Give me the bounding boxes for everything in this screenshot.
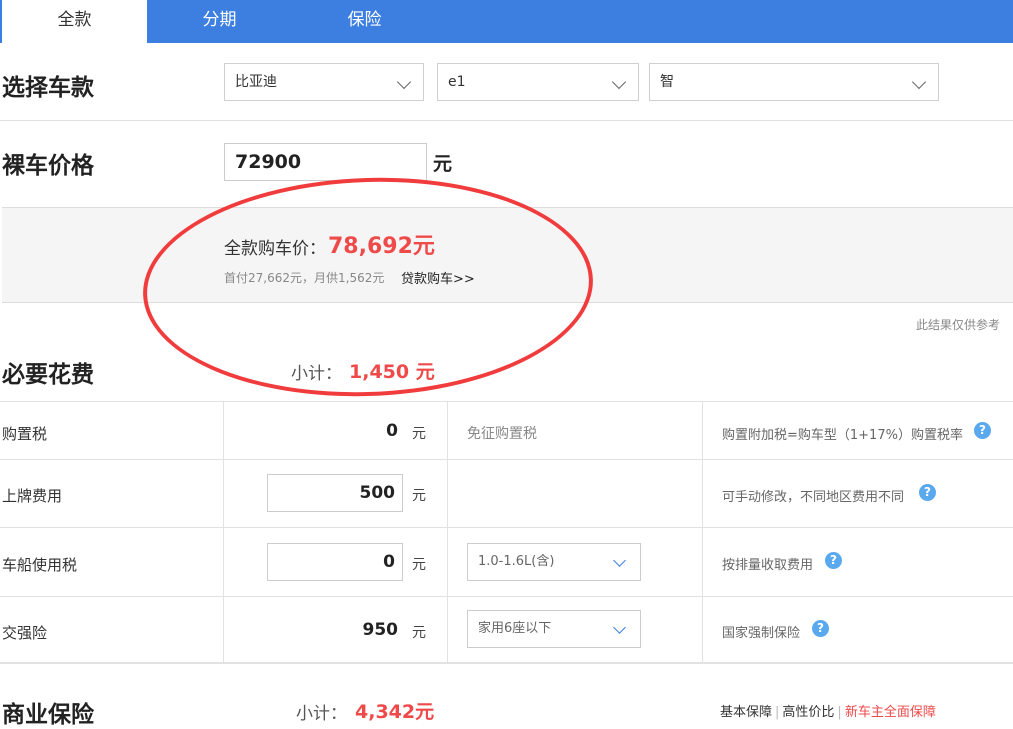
divider (0, 120, 1013, 121)
table-divider (0, 662, 1013, 664)
table-divider (0, 527, 1013, 528)
purchase-tax-label: 购置税 (2, 425, 48, 443)
series-select[interactable]: e1 (437, 63, 639, 101)
table-divider (0, 401, 1013, 402)
vehicle-tax-desc: 按排量收取费用 (722, 558, 814, 573)
commercial-subtotal-label: 小计： (296, 704, 347, 724)
link-separator: | (837, 705, 842, 720)
vehicle-tax-label: 车船使用税 (2, 556, 78, 574)
chevron-down-icon (613, 621, 626, 634)
chevron-down-icon (396, 74, 412, 90)
reference-note: 此结果仅供参考 (916, 318, 1001, 332)
question-mark-icon[interactable]: ? (825, 552, 842, 569)
payment-summary: 首付27,662元，月供1,562元 (224, 271, 385, 285)
required-fees-title: 必要花费 (2, 362, 94, 388)
compulsory-insurance-unit: 元 (412, 625, 426, 641)
chevron-down-icon (911, 74, 927, 90)
compulsory-insurance-value: 950 (362, 620, 399, 640)
full-coverage-link[interactable]: 新车主全面保障 (845, 705, 936, 720)
question-mark-icon[interactable]: ? (812, 620, 829, 637)
tab-installment[interactable]: 分期 (147, 0, 292, 43)
value-coverage-link[interactable]: 高性价比 (782, 705, 834, 720)
vehicle-tax-unit: 元 (412, 557, 426, 573)
trim-select[interactable]: 智 (649, 63, 939, 101)
tab-insurance[interactable]: 保险 (292, 0, 437, 43)
table-divider (0, 596, 1013, 597)
registration-fee-input[interactable]: 500 (267, 474, 403, 512)
link-separator: | (775, 705, 780, 720)
purchase-tax-note: 免征购置税 (467, 426, 537, 442)
tab-full-payment[interactable]: 全款 (0, 0, 147, 43)
bare-price-unit: 元 (433, 153, 453, 175)
full-price-label: 全款购车价： (224, 239, 326, 259)
registration-fee-unit: 元 (412, 488, 426, 504)
required-subtotal-label: 小计： (291, 364, 342, 384)
vehicle-tax-input[interactable]: 0 (267, 543, 403, 581)
commercial-insurance-title: 商业保险 (2, 702, 94, 728)
table-divider (0, 459, 1013, 460)
brand-select-value: 比亚迪 (235, 74, 277, 90)
compulsory-insurance-label: 交强险 (2, 624, 48, 642)
trim-select-value: 智 (660, 74, 674, 90)
commercial-subtotal-value: 4,342元 (355, 701, 435, 723)
column-divider (223, 401, 224, 662)
seat-count-select[interactable]: 家用6座以下 (467, 610, 641, 648)
column-divider (447, 401, 448, 662)
chevron-down-icon (613, 554, 626, 567)
tab-bar: 全款 分期 保险 (0, 0, 1013, 43)
displacement-select[interactable]: 1.0-1.6L(含) (467, 543, 641, 581)
bare-price-input[interactable]: 72900 (224, 143, 427, 181)
displacement-select-value: 1.0-1.6L(含) (478, 554, 555, 569)
registration-fee-desc: 可手动修改，不同地区费用不同 (722, 490, 905, 505)
brand-select[interactable]: 比亚迪 (224, 63, 424, 101)
purchase-tax-value: 0 (386, 421, 398, 441)
required-subtotal-value: 1,450 元 (349, 361, 435, 383)
loan-purchase-link[interactable]: 贷款购车>> (401, 268, 475, 287)
compulsory-insurance-desc: 国家强制保险 (722, 626, 801, 641)
basic-coverage-link[interactable]: 基本保障 (720, 705, 772, 720)
purchase-tax-unit: 元 (412, 426, 426, 442)
question-mark-icon[interactable]: ? (974, 422, 991, 439)
purchase-tax-desc: 购置附加税=购车型（1+17%）购置税率 (722, 428, 963, 443)
select-model-title: 选择车款 (2, 75, 94, 101)
seat-count-select-value: 家用6座以下 (478, 621, 552, 636)
bare-price-title: 裸车价格 (2, 153, 94, 179)
chevron-down-icon (611, 74, 627, 90)
insurance-plan-links: 基本保障 | 高性价比 | 新车主全面保障 (720, 701, 936, 720)
full-price-value: 78,692元 (328, 234, 435, 259)
result-panel: 全款购车价： 78,692元 首付27,662元，月供1,562元 贷款购车>> (2, 207, 1013, 303)
registration-fee-label: 上牌费用 (2, 487, 63, 505)
question-mark-icon[interactable]: ? (919, 484, 936, 501)
column-divider (702, 401, 703, 662)
series-select-value: e1 (448, 74, 466, 90)
